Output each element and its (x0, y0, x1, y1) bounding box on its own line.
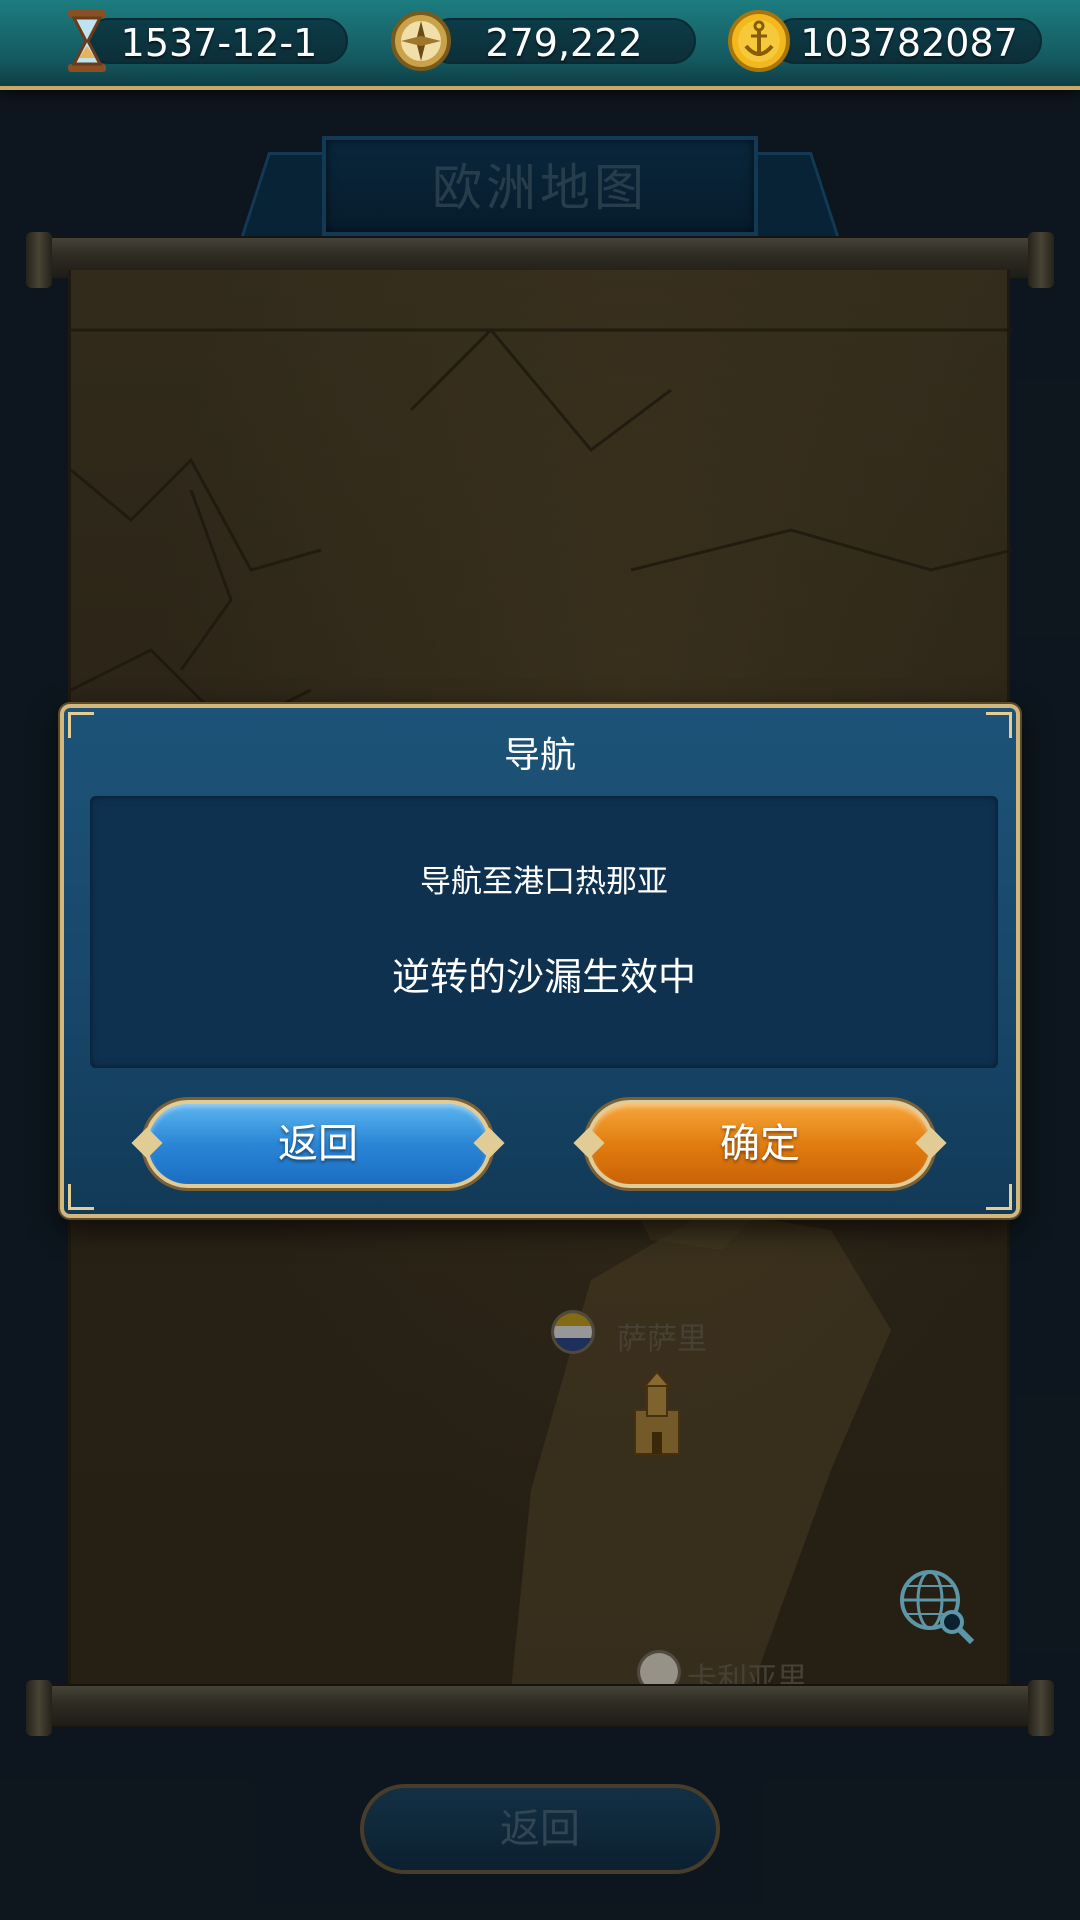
status-message: 逆转的沙漏生效中 (391, 955, 696, 999)
dialog-message-panel: 导航至港口热那亚 逆转的沙漏生效中 (90, 796, 998, 1068)
date-value: 1537-12-1 (120, 21, 318, 65)
gold-value: 103782087 (800, 21, 1018, 65)
back-button[interactable]: 返回 (131, 1100, 505, 1188)
confirm-button[interactable]: 确定 (573, 1100, 947, 1188)
gold-panel: 103782087 (772, 18, 1042, 65)
navigation-message: 导航至港口热那亚 (420, 864, 668, 900)
compass-icon (391, 11, 451, 71)
date-panel: 1537-12-1 (86, 18, 348, 65)
hourglass-icon (68, 10, 106, 72)
compass-panel: 279,222 (428, 18, 696, 65)
back-button-label: 返回 (278, 1121, 358, 1167)
resource-bar: 1537-12-1 279,222 103782087 (0, 0, 1080, 90)
compass-value: 279,222 (485, 21, 643, 65)
dialog-title: 导航 (503, 735, 576, 776)
anchor-coin-icon (728, 10, 790, 72)
confirm-button-label: 确定 (720, 1121, 800, 1167)
navigation-dialog: 导航 导航至港口热那亚 逆转的沙漏生效中 返回 确定 (60, 704, 1020, 1218)
